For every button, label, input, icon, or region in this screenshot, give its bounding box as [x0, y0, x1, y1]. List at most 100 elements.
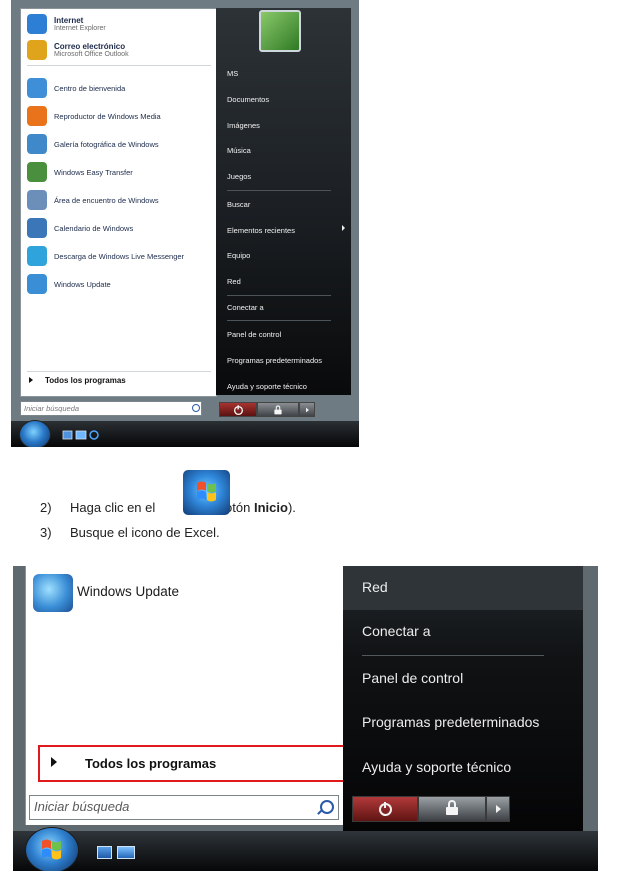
right-item-connect[interactable]: Conectar a [362, 623, 430, 639]
search-input[interactable]: Iniciar búsqueda [29, 795, 339, 820]
right-item-help[interactable]: Ayuda y soporte técnico [227, 382, 307, 391]
calendar-icon [27, 218, 47, 238]
divider [227, 190, 331, 191]
shutdown-options-button[interactable] [299, 402, 315, 417]
media-player-icon [27, 106, 47, 126]
right-item-search[interactable]: Buscar [227, 200, 250, 209]
power-icon [233, 404, 244, 415]
start-menu-left-pane [25, 566, 356, 825]
start-button[interactable] [25, 827, 79, 871]
easy-transfer-icon [27, 162, 47, 182]
pinned-item-title: Internet [54, 16, 84, 25]
divider [227, 295, 331, 296]
internet-explorer-icon[interactable] [89, 430, 99, 440]
lock-button[interactable] [257, 402, 299, 417]
internet-explorer-icon [27, 14, 47, 34]
step-text: Busque el icono de Excel. [70, 525, 220, 540]
recent-program-label: Centro de bienvenida [54, 83, 126, 93]
search-icon[interactable] [192, 404, 200, 412]
recent-program-label: Windows Update [54, 279, 111, 289]
right-item-default-programs[interactable]: Programas predeterminados [227, 356, 322, 365]
meeting-space-icon [27, 190, 47, 210]
right-item-pictures[interactable]: Imágenes [227, 121, 260, 130]
switch-windows-icon[interactable] [75, 430, 87, 440]
arrow-right-icon [306, 407, 309, 412]
step-number: 2) [40, 500, 52, 515]
right-item-documents[interactable]: Documentos [227, 95, 269, 104]
messenger-icon [27, 246, 47, 266]
outlook-icon [27, 40, 47, 60]
divider [27, 65, 211, 66]
arrow-right-icon [29, 377, 33, 383]
right-item-network[interactable]: Red [362, 579, 388, 595]
pinned-item-title: Correo electrónico [54, 42, 126, 51]
power-button[interactable] [352, 796, 418, 822]
lock-icon [274, 404, 282, 414]
right-item-recent[interactable]: Elementos recientes [227, 226, 295, 235]
recent-program-label: Descarga de Windows Live Messenger [54, 251, 185, 261]
submenu-arrow-icon [342, 225, 345, 231]
recent-program-label: Reproductor de Windows Media [54, 111, 161, 121]
step-text-bold: Inicio [253, 500, 288, 515]
quick-launch-bar [62, 430, 99, 440]
right-item-connect[interactable]: Conectar a [227, 303, 264, 312]
all-programs-button[interactable]: Todos los programas [51, 756, 216, 771]
recent-program-item[interactable]: Windows Easy Transfer [27, 161, 211, 183]
right-item-control-panel[interactable]: Panel de control [362, 670, 463, 686]
start-button-image [183, 470, 230, 515]
arrow-right-icon [496, 805, 501, 813]
right-item-music[interactable]: Música [227, 146, 251, 155]
shutdown-options-button[interactable] [486, 796, 510, 822]
start-menu-screenshot-1: Internet Internet Explorer Correo electró… [11, 0, 359, 447]
windows-logo-icon [197, 481, 216, 502]
all-programs-label: Todos los programas [45, 376, 126, 385]
start-menu-screenshot-2: Windows Update Todos los programas Inici… [13, 566, 598, 871]
recent-program-item[interactable]: Calendario de Windows [27, 217, 211, 239]
step-text: ). [287, 500, 296, 515]
show-desktop-icon[interactable] [97, 846, 112, 859]
recent-program-label: Área de encuentro de Windows [54, 195, 159, 205]
recent-program-item[interactable]: Centro de bienvenida [27, 77, 211, 99]
search-icon[interactable] [320, 800, 334, 814]
power-button[interactable] [219, 402, 257, 417]
show-desktop-icon[interactable] [62, 430, 73, 440]
windows-update-item[interactable]: Windows Update [77, 584, 179, 599]
step-text: Haga clic en el [70, 500, 159, 515]
instruction-step-3: 3) Busque el icono de Excel. [40, 525, 220, 540]
lock-button[interactable] [418, 796, 486, 822]
right-item-control-panel[interactable]: Panel de control [227, 330, 281, 339]
recent-program-item[interactable]: Reproductor de Windows Media [27, 105, 211, 127]
pinned-item-internet[interactable]: Internet Internet Explorer [27, 13, 211, 35]
pinned-item-email[interactable]: Correo electrónico Microsoft Office Outlo… [27, 39, 211, 61]
instruction-step-2: 2) Haga clic en el (botón Inicio). [40, 500, 296, 515]
windows-update-icon[interactable] [33, 574, 73, 612]
right-item-computer[interactable]: Equipo [227, 251, 250, 260]
divider [227, 320, 331, 321]
recent-program-item[interactable]: Windows Update [27, 273, 211, 295]
recent-program-item[interactable]: Área de encuentro de Windows [27, 189, 211, 211]
welcome-center-icon [27, 78, 47, 98]
start-menu-left-pane: Internet Internet Explorer Correo electró… [20, 8, 217, 397]
lock-icon [446, 800, 458, 815]
pinned-item-subtitle: Internet Explorer [54, 25, 106, 32]
right-item-help[interactable]: Ayuda y soporte técnico [362, 759, 511, 775]
power-icon [379, 802, 392, 816]
right-item-games[interactable]: Juegos [227, 172, 251, 181]
photo-gallery-icon [27, 134, 47, 154]
recent-program-label: Windows Easy Transfer [54, 167, 133, 177]
right-item-default-programs[interactable]: Programas predeterminados [362, 714, 539, 730]
search-input[interactable]: Iniciar búsqueda [20, 401, 202, 416]
all-programs-button[interactable]: Todos los programas [29, 376, 126, 385]
start-button[interactable] [19, 420, 51, 447]
pinned-item-subtitle: Microsoft Office Outlook [54, 51, 129, 58]
recent-program-item[interactable]: Descarga de Windows Live Messenger [27, 245, 211, 267]
windows-update-icon [27, 274, 47, 294]
right-item-network[interactable]: Red [227, 277, 241, 286]
recent-program-item[interactable]: Galería fotográfica de Windows [27, 133, 211, 155]
divider [27, 371, 211, 372]
recent-program-label: Galería fotográfica de Windows [54, 139, 159, 149]
recent-program-label: Calendario de Windows [54, 223, 134, 233]
switch-windows-icon[interactable] [117, 846, 135, 859]
right-item-user[interactable]: MS [227, 69, 238, 78]
user-picture[interactable] [259, 10, 301, 52]
